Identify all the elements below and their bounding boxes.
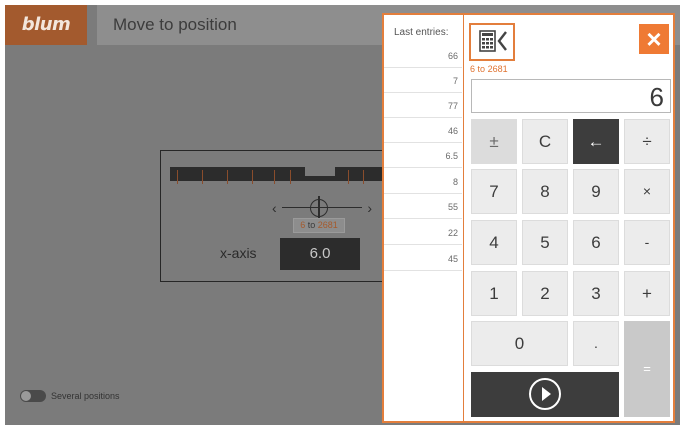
digit-6-key[interactable]: 6	[573, 220, 619, 265]
rail-marker	[348, 170, 349, 184]
collapse-calculator-button[interactable]	[469, 23, 515, 61]
last-entry-item[interactable]: 45	[384, 247, 462, 271]
equals-key[interactable]: =	[624, 321, 670, 417]
digit-1-key[interactable]: 1	[471, 271, 517, 316]
rail-gap	[305, 167, 335, 176]
digit-7-key[interactable]: 7	[471, 169, 517, 214]
digit-9-key[interactable]: 9	[573, 169, 619, 214]
digit-0-key[interactable]: 0	[471, 321, 568, 366]
crosshair-icon[interactable]	[310, 196, 328, 220]
last-entry-item[interactable]: 7	[384, 69, 462, 93]
rail-marker	[274, 170, 275, 184]
close-button[interactable]: ×	[639, 24, 669, 54]
last-entry-item[interactable]: 8	[384, 170, 462, 194]
play-triangle	[542, 387, 551, 401]
range-from: 6	[300, 220, 306, 230]
page-title: Move to position	[113, 15, 237, 34]
rail-marker	[202, 170, 203, 184]
multiply-key[interactable]: ×	[624, 169, 670, 214]
minus-key[interactable]: -	[624, 220, 670, 265]
digit-3-key[interactable]: 3	[573, 271, 619, 316]
last-entry-item[interactable]: 22	[384, 221, 462, 245]
clear-key[interactable]: C	[522, 119, 568, 164]
toggle-knob	[21, 391, 31, 401]
machine-rail	[170, 167, 382, 184]
calculator-back-icon	[479, 30, 507, 52]
last-entries-heading: Last entries:	[394, 27, 449, 38]
rail-marker	[290, 170, 291, 184]
range-to: 2681	[317, 220, 338, 230]
calculator-display[interactable]: 6	[471, 79, 671, 113]
backspace-key[interactable]: ←	[573, 119, 619, 164]
digit-2-key[interactable]: 2	[522, 271, 568, 316]
several-positions-toggle[interactable]	[20, 390, 46, 402]
axis-label: x-axis	[220, 245, 257, 261]
arrow-left-icon: ‹	[272, 200, 277, 216]
last-entry-item[interactable]: 6.5	[384, 144, 462, 168]
plus-minus-key[interactable]: ±	[471, 119, 517, 164]
rail-marker	[252, 170, 253, 184]
rail-marker	[363, 170, 364, 184]
decimal-key[interactable]: .	[573, 321, 619, 366]
axis-value-field[interactable]: 6.0	[280, 238, 360, 270]
plus-key[interactable]: +	[624, 271, 670, 316]
rail-marker	[177, 170, 178, 184]
several-positions-label: Several positions	[51, 391, 120, 401]
input-range: 6 to 2681	[470, 64, 508, 74]
calculator-dialog: Last entries: 66 7 77 46 6.5 8 55 22 45 …	[382, 13, 675, 423]
range-to: 2681	[487, 64, 508, 74]
range-tooltip: 6 to 2681	[293, 218, 345, 233]
last-entry-item[interactable]: 77	[384, 94, 462, 118]
arrow-right-icon: ›	[367, 200, 372, 216]
rail-marker	[227, 170, 228, 184]
last-entries-panel: Last entries: 66 7 77 46 6.5 8 55 22 45	[384, 15, 464, 421]
execute-move-button[interactable]	[471, 372, 619, 417]
calculator-keypad: × 6 to 2681 6 ± C ← ÷ 7 8 9 × 4 5 6 - 1 …	[464, 15, 675, 421]
range-to-word: to	[307, 220, 316, 230]
digit-8-key[interactable]: 8	[522, 169, 568, 214]
top-bar-divider	[87, 5, 97, 45]
last-entry-item[interactable]: 66	[384, 44, 462, 68]
blum-logo: blum	[5, 5, 87, 45]
range-from: 6	[470, 64, 476, 74]
last-entry-item[interactable]: 55	[384, 195, 462, 219]
divide-key[interactable]: ÷	[624, 119, 670, 164]
play-icon	[529, 378, 561, 410]
last-entry-item[interactable]: 46	[384, 119, 462, 143]
digit-4-key[interactable]: 4	[471, 220, 517, 265]
digit-5-key[interactable]: 5	[522, 220, 568, 265]
range-to-word: to	[477, 64, 486, 74]
